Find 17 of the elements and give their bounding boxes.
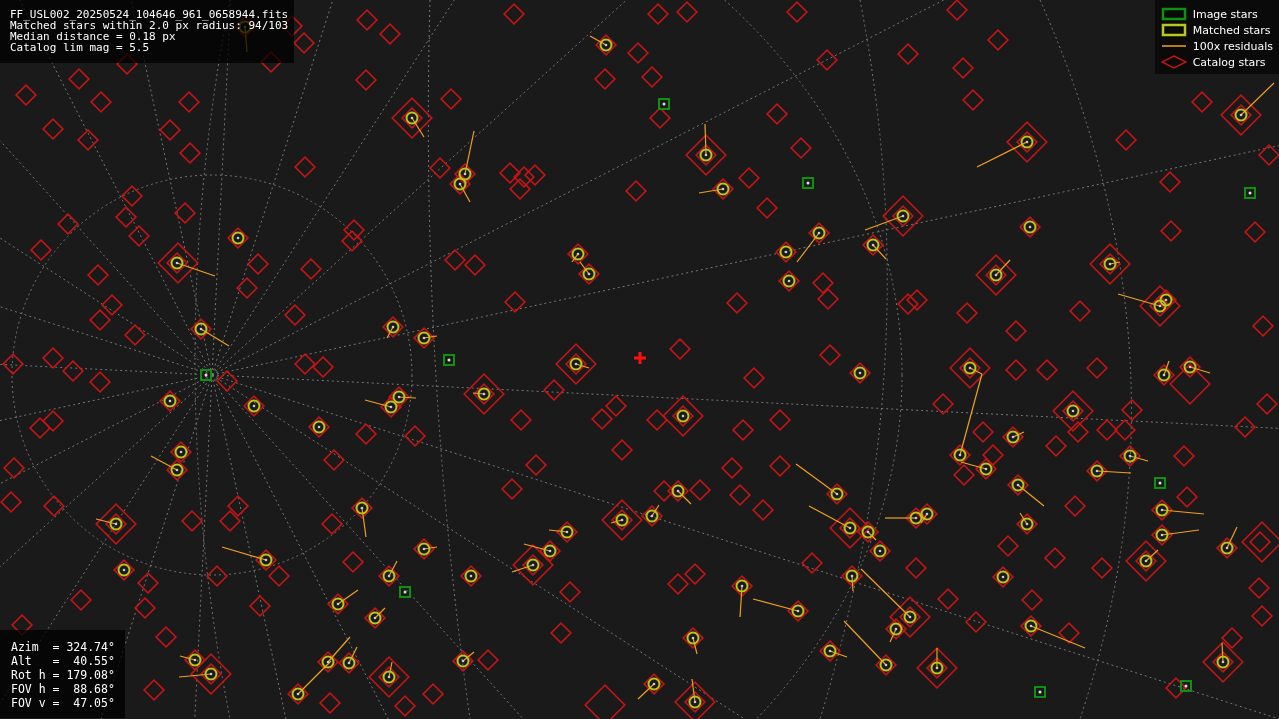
info-text: Matched stars within 2.0 px radius: 94/103 [10,20,289,31]
legend-label: Image stars [1192,8,1258,20]
pointing-text: Alt = 40.55° [11,654,115,668]
image-star-swatch-icon [1160,7,1187,21]
catalog-diamond-icon [1160,55,1187,69]
pointing-text: FOV h = 88.68° [11,682,115,696]
pointing-text: FOV v = 47.05° [11,696,115,710]
center-cross-icon [634,352,646,364]
pointing-text: Rot h = 179.08° [11,668,115,682]
legend-label: Matched stars [1192,24,1271,36]
info-text: Median distance = 0.18 px [10,31,176,42]
legend-label: 100x residuals [1192,40,1273,52]
pointing-text: Azim = 324.74° [11,640,115,654]
matched-star-swatch-icon [1160,23,1187,37]
info-text: FF_USL002_20250524_104646_961_0658944.fits [10,9,289,20]
legend-label: Catalog stars [1192,56,1266,68]
info-text: Catalog lim mag = 5.5 [10,42,151,53]
